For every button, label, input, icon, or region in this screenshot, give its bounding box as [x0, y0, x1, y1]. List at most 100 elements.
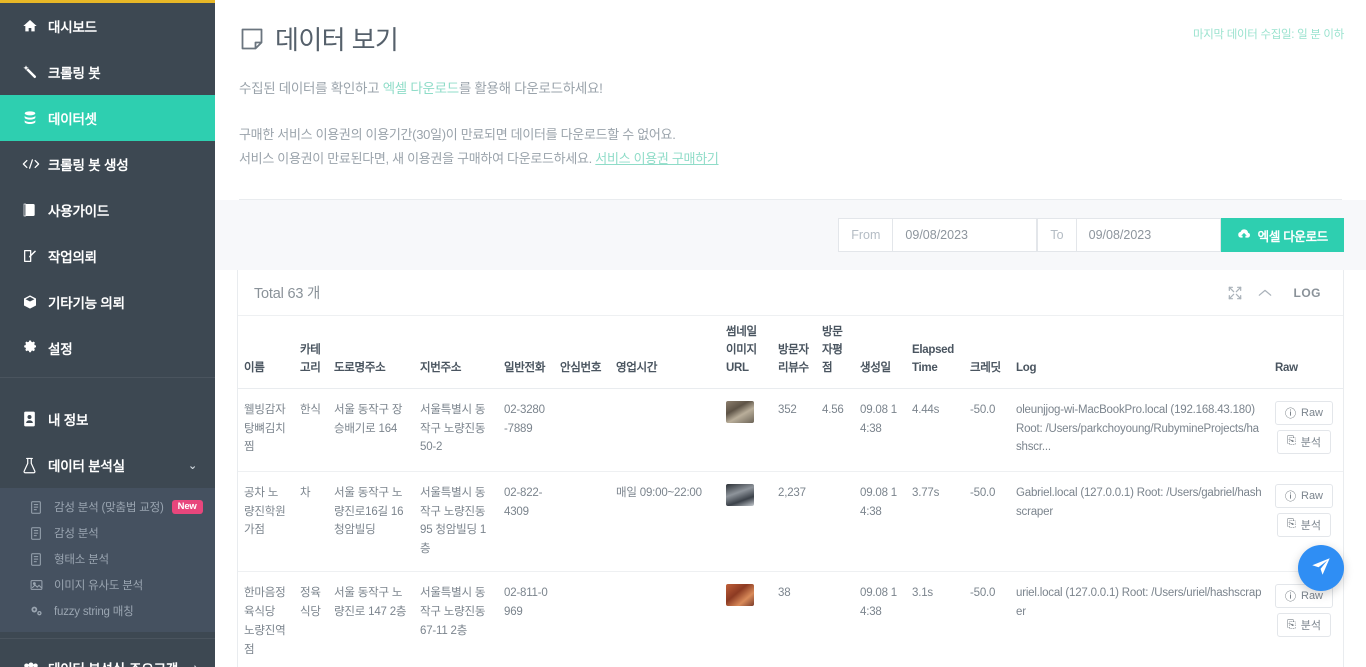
- sidebar-item-guide[interactable]: 사용가이드: [0, 187, 215, 233]
- copy-icon: ⎘: [1286, 618, 1296, 631]
- sidebar-subitem-label: fuzzy string 매칭: [54, 606, 134, 618]
- sidebar-subnav-data-lab: 감성 분석 (맞춤법 교정) New 감성 분석 형태소 분석 이미지 유사도 …: [0, 488, 215, 632]
- sidebar-item-data-lab[interactable]: 데이터 분석실 ⌄: [0, 442, 215, 488]
- cell-phone: 02-811-0969: [498, 571, 554, 667]
- sidebar-item-label: 데이터 분석실-주요고객: [48, 658, 178, 667]
- col-rating[interactable]: 방문자평점: [816, 316, 854, 389]
- analyze-button-label: 분석: [1300, 620, 1321, 633]
- sticky-note-icon: [239, 26, 265, 52]
- to-date-input[interactable]: 09/08/2023: [1075, 218, 1221, 253]
- raw-button-label: Raw: [1301, 406, 1324, 419]
- sidebar-item-dashboard[interactable]: 대시보드: [0, 3, 215, 49]
- excel-download-link[interactable]: 엑셀 다운로드: [383, 81, 459, 96]
- sidebar-divider-2: [0, 638, 215, 639]
- analyze-button[interactable]: ⎘ 분석: [1276, 613, 1331, 638]
- col-road-address[interactable]: 도로명주소: [328, 316, 414, 389]
- analyze-button[interactable]: ⎘ 분석: [1276, 429, 1331, 454]
- sidebar-subitem-morpheme[interactable]: 형태소 분석: [0, 546, 215, 572]
- address-card-icon: [22, 411, 48, 427]
- sidebar-subitem-fuzzy-string[interactable]: fuzzy string 매칭: [0, 598, 215, 624]
- col-jibun-address[interactable]: 지번주소: [414, 316, 498, 389]
- col-phone[interactable]: 일반전화: [498, 316, 554, 389]
- raw-button[interactable]: ⓘ Raw: [1275, 400, 1334, 425]
- sidebar-item-label: 기타기능 의뢰: [48, 296, 125, 311]
- analyze-button[interactable]: ⎘ 분석: [1276, 512, 1331, 537]
- cell-elapsed: 4.44s: [906, 388, 964, 472]
- cell-log: oleunjjog-wi-MacBookPro.local (192.168.4…: [1010, 388, 1269, 472]
- home-icon: [22, 18, 48, 34]
- analyze-button-label: 분석: [1300, 436, 1321, 449]
- excel-download-button[interactable]: 엑셀 다운로드: [1220, 218, 1344, 253]
- from-date-input[interactable]: 09/08/2023: [892, 218, 1038, 253]
- chevron-down-icon[interactable]: ⌄: [188, 459, 197, 472]
- cell-jibun-address: 서울특별시 동작구 노량진동 50-2: [414, 388, 498, 472]
- sidebar-item-label: 작업의뢰: [48, 250, 97, 265]
- col-name[interactable]: 이름: [238, 316, 294, 389]
- col-hours[interactable]: 영업시간: [610, 316, 720, 389]
- document-analysis-icon: [30, 526, 54, 540]
- chevron-right-icon[interactable]: ›: [194, 662, 198, 667]
- sidebar-subitem-image-similarity[interactable]: 이미지 유사도 분석: [0, 572, 215, 598]
- sidebar-item-dataset[interactable]: 데이터셋: [0, 95, 215, 141]
- sidebar-subitem-label: 감성 분석: [54, 528, 99, 540]
- col-review-count[interactable]: 방문자리뷰수: [772, 316, 816, 389]
- col-log[interactable]: Log: [1010, 316, 1269, 389]
- cell-review-count: 352: [772, 388, 816, 472]
- book-icon: [22, 202, 48, 218]
- raw-button-label: Raw: [1301, 489, 1324, 502]
- sidebar-subitem-sentiment[interactable]: 감성 분석: [0, 520, 215, 546]
- document-analysis-icon: [30, 500, 54, 514]
- sidebar-item-settings[interactable]: 설정: [0, 325, 215, 371]
- cell-category: 차: [294, 471, 328, 573]
- col-credit[interactable]: 크레딧: [964, 316, 1010, 389]
- col-elapsed-time[interactable]: Elapsed Time: [906, 316, 964, 389]
- cell-hours: [610, 388, 720, 472]
- table-row[interactable]: 공차 노량진학원가점 차 서울 동작구 노량진로16길 16 청암빌딩 서울특별…: [238, 471, 1343, 573]
- data-table-card: Total 63 개 LOG 이름 카테고리 도로명주소 지번주소 일반전화 안…: [237, 270, 1344, 667]
- raw-button-label: Raw: [1301, 590, 1324, 603]
- chat-fab-button[interactable]: [1298, 545, 1344, 591]
- sidebar: 대시보드 크롤링 봇 데이터셋 크롤링 봇 생성 사용가이드 작업의뢰 기타기능…: [0, 0, 215, 667]
- cell-jibun-address: 서울특별시 동작구 노량진동 95 청암빌딩 1층: [414, 471, 498, 573]
- sidebar-item-label: 내 정보: [48, 413, 89, 428]
- cell-road-address: 서울 동작구 노량진로16길 16 청암빌딩: [328, 471, 414, 573]
- from-label: From: [838, 218, 893, 253]
- sidebar-item-label: 대시보드: [48, 20, 97, 35]
- col-raw[interactable]: Raw: [1269, 316, 1343, 389]
- sidebar-item-create-bot[interactable]: 크롤링 봇 생성: [0, 141, 215, 187]
- filter-bar: From 09/08/2023 To 09/08/2023 엑셀 다운로드: [215, 200, 1366, 271]
- buy-service-pass-link[interactable]: 서비스 이용권 구매하기: [595, 151, 719, 166]
- last-collect-date: 마지막 데이터 수집일: 일 분 이하: [1192, 29, 1344, 41]
- sidebar-item-my-info[interactable]: 내 정보: [0, 396, 215, 442]
- paper-plane-icon: [1310, 555, 1332, 582]
- cell-safe-phone: [554, 471, 610, 573]
- lead-before: 수집된 데이터를 확인하고: [239, 81, 383, 96]
- copy-icon: ⎘: [1286, 518, 1296, 531]
- cell-road-address: 서울 동작구 장승배기로 164: [328, 388, 414, 472]
- table-row[interactable]: 웰빙감자탕뼈김치찜 한식 서울 동작구 장승배기로 164 서울특별시 동작구 …: [238, 388, 1343, 472]
- sidebar-subitem-sentiment-spellcheck[interactable]: 감성 분석 (맞춤법 교정) New: [0, 494, 215, 520]
- chevron-up-icon[interactable]: [1258, 288, 1272, 298]
- col-safe-phone[interactable]: 안심번호: [554, 316, 610, 389]
- log-button[interactable]: LOG: [1288, 283, 1328, 303]
- cell-credit: -50.0: [964, 388, 1010, 472]
- table-card-tools: LOG: [1228, 283, 1328, 303]
- col-created[interactable]: 생성일: [854, 316, 906, 389]
- col-category[interactable]: 카테고리: [294, 316, 328, 389]
- cell-log: Gabriel.local (127.0.0.1) Root: /Users/g…: [1010, 471, 1269, 573]
- cell-name: 웰빙감자탕뼈김치찜: [238, 388, 294, 472]
- sidebar-item-work-request[interactable]: 작업의뢰: [0, 233, 215, 279]
- sidebar-item-data-lab-vip[interactable]: 데이터 분석실-주요고객 ›: [0, 645, 215, 667]
- sidebar-item-other-features[interactable]: 기타기능 의뢰: [0, 279, 215, 325]
- table-row[interactable]: 한마음정육식당 노량진역점 정육식당 서울 동작구 노량진로 147 2층 서울…: [238, 571, 1343, 667]
- raw-button[interactable]: ⓘ Raw: [1275, 483, 1334, 508]
- cell-elapsed: 3.77s: [906, 471, 964, 573]
- cell-thumbnail: [720, 571, 772, 667]
- thumbnail-image: [726, 584, 754, 607]
- cell-credit: -50.0: [964, 471, 1010, 573]
- sidebar-item-label: 크롤링 봇: [48, 66, 101, 81]
- thumbnail-image: [726, 400, 754, 423]
- sidebar-item-crawling-bot[interactable]: 크롤링 봇: [0, 49, 215, 95]
- col-thumbnail-url[interactable]: 썸네일이미지URL: [720, 316, 772, 389]
- expand-icon[interactable]: [1228, 286, 1242, 300]
